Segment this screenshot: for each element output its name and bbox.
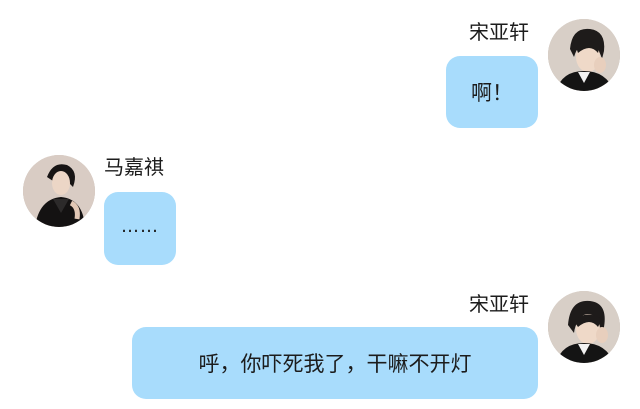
avatar-portrait-icon bbox=[548, 19, 620, 91]
avatar-portrait-icon bbox=[23, 155, 95, 227]
sender-name: 宋亚轩 bbox=[469, 292, 529, 316]
message-bubble[interactable]: 呼，你吓死我了，干嘛不开灯 bbox=[132, 327, 538, 399]
message-bubble[interactable]: 啊！ bbox=[446, 56, 538, 128]
avatar-portrait-icon bbox=[548, 291, 620, 363]
sender-name: 马嘉祺 bbox=[104, 155, 164, 179]
chat-view: 宋亚轩 啊！ 马嘉祺 …… 宋亚轩 呼，你吓死我了，干嘛不开灯 bbox=[0, 0, 640, 409]
message-bubble[interactable]: …… bbox=[104, 192, 176, 265]
avatar[interactable] bbox=[548, 19, 620, 91]
avatar[interactable] bbox=[23, 155, 95, 227]
avatar[interactable] bbox=[548, 291, 620, 363]
sender-name: 宋亚轩 bbox=[469, 20, 529, 44]
